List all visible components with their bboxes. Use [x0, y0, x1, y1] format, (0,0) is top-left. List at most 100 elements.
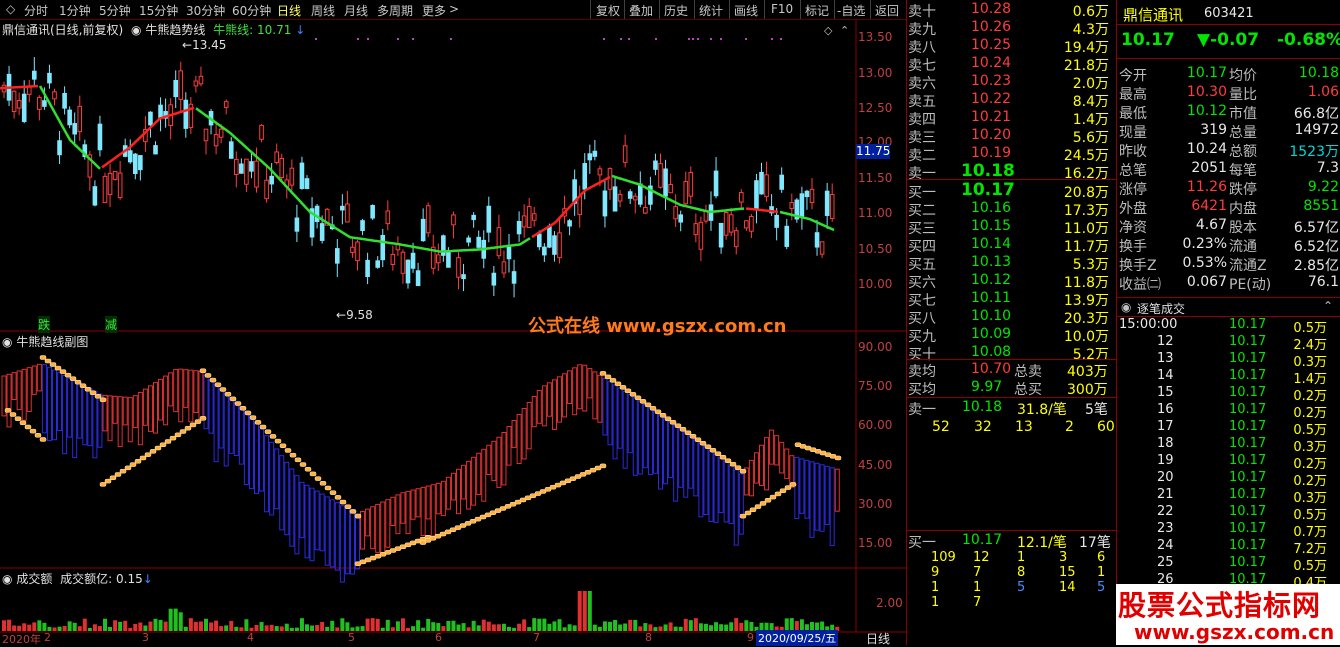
bid1-detail-row[interactable]: 买一 10.17 12.1/笔 17笔 — [907, 531, 1115, 551]
sub-dot — [114, 472, 122, 477]
sub-bar — [319, 493, 325, 552]
sub-dot — [294, 457, 302, 463]
button-history[interactable]: 历史 — [664, 2, 688, 19]
sub-dot — [14, 416, 22, 421]
y-tick: 11.00 — [858, 206, 893, 220]
button-back[interactable]: 返回 — [875, 2, 899, 19]
sub-bar — [562, 373, 568, 418]
ask1-detail-row[interactable]: 卖一 10.18 31.8/笔 5笔 — [907, 398, 1115, 418]
tick-list[interactable]: 15:00:00 10.17 0.5万 12 10.17 2.4万 13 10.17 0.3万 1… — [1117, 316, 1340, 591]
tab-15min[interactable]: 15分钟 — [139, 2, 178, 19]
button-stats[interactable]: 统计 — [699, 2, 723, 19]
ask-row[interactable]: 卖六 10.23 2.0万 — [907, 72, 1115, 92]
tab-intraday[interactable]: 分时 — [24, 2, 48, 19]
chevron-right-icon[interactable]: > — [449, 2, 459, 16]
bid-row[interactable]: 买四 10.14 11.7万 — [907, 235, 1115, 255]
ask-row[interactable]: 卖五 10.22 8.4万 — [907, 90, 1115, 110]
tab-60min[interactable]: 60分钟 — [232, 2, 271, 19]
sub-dot — [304, 466, 312, 472]
candle-body — [62, 92, 67, 109]
x-tick: 9 — [747, 631, 754, 644]
sub-dot — [204, 373, 212, 378]
volume-bar — [163, 621, 168, 631]
queue-cell: 1 — [931, 580, 940, 595]
button-mark[interactable]: 标记 — [805, 2, 829, 19]
candle-body — [718, 222, 724, 248]
tab-more[interactable]: 更多 — [422, 2, 446, 19]
tab-monthly[interactable]: 月线 — [344, 2, 368, 19]
candle-body — [466, 237, 471, 243]
volume-bar — [365, 618, 370, 631]
sub-bar — [365, 508, 371, 537]
sub-bar — [163, 375, 169, 426]
bid-row[interactable]: 买二 10.16 17.3万 — [907, 199, 1115, 219]
candle-body — [92, 186, 98, 206]
bid-row[interactable]: 买八 10.10 20.3万 — [907, 307, 1115, 327]
collapse-icon[interactable]: ⌃ — [840, 24, 849, 37]
sub-bar — [592, 371, 598, 420]
sub-bar — [142, 388, 148, 426]
volume-bar — [385, 619, 390, 631]
tab-multi-period[interactable]: 多周期 — [377, 2, 413, 19]
sub-bar — [481, 448, 487, 502]
candle-body — [289, 167, 295, 186]
bid-row[interactable]: 买三 10.15 11.0万 — [907, 217, 1115, 237]
indicator-toggle-icon[interactable]: ◉ — [2, 572, 12, 586]
sub-bar — [804, 459, 810, 519]
candle-body — [405, 259, 411, 284]
candle-body — [158, 104, 163, 119]
sub-dot — [89, 390, 97, 396]
y-tick: 75.00 — [858, 379, 893, 393]
candle-body — [198, 75, 204, 85]
tab-30min[interactable]: 30分钟 — [186, 2, 225, 19]
button-overlay[interactable]: 叠加 — [629, 2, 653, 19]
volume-bar — [496, 624, 501, 631]
ask-row[interactable]: 卖四 10.21 1.4万 — [907, 108, 1115, 128]
bid-row[interactable]: 买六 10.12 11.8万 — [907, 271, 1115, 291]
sub-dot — [329, 490, 337, 495]
bid-row[interactable]: 买五 10.13 5.3万 — [907, 253, 1115, 273]
ask-row[interactable]: 卖三 10.20 5.6万 — [907, 126, 1115, 146]
ask-row[interactable]: 卖十 10.28 0.6万 — [907, 0, 1115, 20]
candle-body — [506, 246, 512, 260]
tab-5min[interactable]: 5分钟 — [99, 2, 131, 19]
candle-body — [259, 124, 264, 140]
queue-cell: 1 — [1017, 550, 1026, 565]
candle-body — [223, 101, 229, 108]
tab-daily[interactable]: 日线 — [277, 2, 301, 19]
sub-chart-bars — [1, 363, 840, 583]
bid-row[interactable]: 买一 10.17 20.8万 — [907, 180, 1115, 201]
ask-row[interactable]: 卖八 10.25 19.4万 — [907, 36, 1115, 56]
indicator-toggle-icon[interactable]: ◉ — [2, 335, 12, 349]
volume-bar — [688, 620, 693, 631]
candle-body — [32, 70, 37, 80]
bid-row[interactable]: 买九 10.09 10.0万 — [907, 325, 1115, 345]
button-f10[interactable]: F10 — [771, 2, 793, 16]
diamond-icon[interactable]: ◇ — [824, 24, 833, 37]
button-draw[interactable]: 画线 — [734, 2, 758, 19]
menu-arrow-icon[interactable]: ◇ — [6, 2, 15, 16]
volume-bar — [714, 622, 719, 631]
volume-bar — [198, 621, 203, 631]
tab-weekly[interactable]: 周线 — [311, 2, 335, 19]
sub-bar — [193, 370, 199, 414]
sub-bar — [112, 395, 118, 424]
button-adjust[interactable]: 复权 — [596, 2, 620, 19]
x-axis: 2020年 2 3 4 5 6 7 8 9 2020/09/25/五 — [0, 630, 856, 646]
ask-row[interactable]: 卖九 10.26 4.3万 — [907, 18, 1115, 38]
bid-row[interactable]: 买七 10.11 13.9万 — [907, 289, 1115, 309]
last-price: 10.17 — [1121, 30, 1175, 50]
candle-body — [274, 151, 279, 164]
tab-1min[interactable]: 1分钟 — [59, 2, 91, 19]
ask-row[interactable]: 卖七 10.24 21.8万 — [907, 54, 1115, 74]
tick-list-header[interactable]: ◉ 逐笔成交 ⌃ — [1117, 297, 1340, 317]
button-watchlist[interactable]: -自选 — [837, 2, 865, 19]
candle-body — [496, 227, 502, 257]
collapse-icon[interactable]: ◉ — [1121, 300, 1131, 314]
sub-bar — [658, 413, 663, 490]
volume-bar — [703, 623, 708, 631]
candle-body — [47, 72, 52, 84]
collapse-icon[interactable]: ⌃ — [1323, 299, 1333, 313]
sub-dot — [109, 475, 117, 481]
stock-code: 603421 — [1204, 6, 1254, 21]
